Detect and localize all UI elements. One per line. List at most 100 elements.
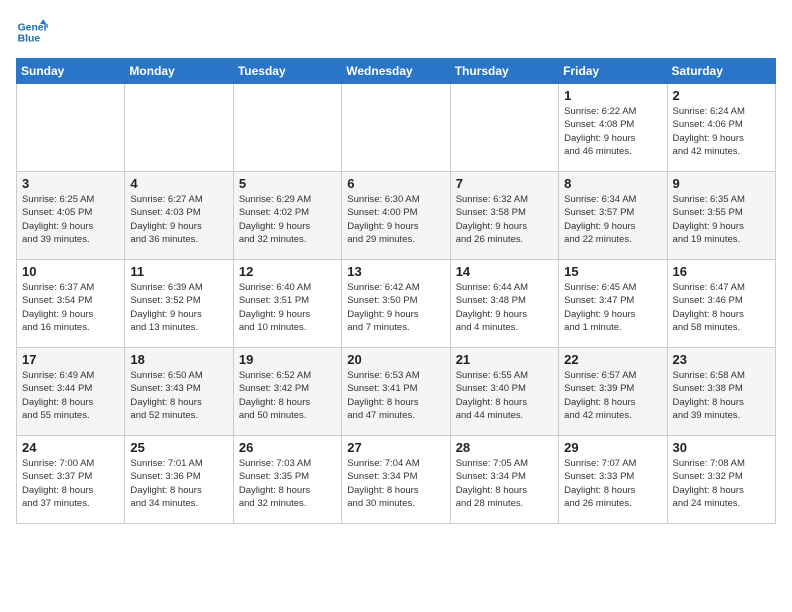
day-number: 17: [22, 352, 119, 367]
day-info: Sunrise: 6:52 AM Sunset: 3:42 PM Dayligh…: [239, 369, 336, 422]
day-info: Sunrise: 7:05 AM Sunset: 3:34 PM Dayligh…: [456, 457, 553, 510]
day-info: Sunrise: 6:45 AM Sunset: 3:47 PM Dayligh…: [564, 281, 661, 334]
weekday-header: Monday: [125, 59, 233, 84]
calendar-cell: 14 Sunrise: 6:44 AM Sunset: 3:48 PM Dayli…: [450, 260, 558, 348]
day-number: 19: [239, 352, 336, 367]
calendar-cell: 1 Sunrise: 6:22 AM Sunset: 4:08 PM Daylig…: [559, 84, 667, 172]
day-number: 10: [22, 264, 119, 279]
calendar-cell: [233, 84, 341, 172]
day-info: Sunrise: 6:35 AM Sunset: 3:55 PM Dayligh…: [673, 193, 770, 246]
day-number: 2: [673, 88, 770, 103]
day-number: 18: [130, 352, 227, 367]
day-number: 1: [564, 88, 661, 103]
calendar-cell: 8Sunrise: 6:34 AM Sunset: 3:57 PM Daylig…: [559, 172, 667, 260]
day-number: 11: [130, 264, 227, 279]
day-number: 15: [564, 264, 661, 279]
day-info: Sunrise: 7:01 AM Sunset: 3:36 PM Dayligh…: [130, 457, 227, 510]
day-number: 3: [22, 176, 119, 191]
day-number: 24: [22, 440, 119, 455]
calendar-cell: 4 Sunrise: 6:27 AM Sunset: 4:03 PM Daylig…: [125, 172, 233, 260]
calendar-cell: 22Sunrise: 6:57 AM Sunset: 3:39 PM Dayli…: [559, 348, 667, 436]
calendar-week-row: 1 Sunrise: 6:22 AM Sunset: 4:08 PM Daylig…: [17, 84, 776, 172]
calendar-cell: 9 Sunrise: 6:35 AM Sunset: 3:55 PM Daylig…: [667, 172, 775, 260]
svg-text:Blue: Blue: [18, 34, 41, 45]
day-number: 13: [347, 264, 444, 279]
calendar-cell: 6 Sunrise: 6:30 AM Sunset: 4:00 PM Daylig…: [342, 172, 450, 260]
calendar-cell: 10 Sunrise: 6:37 AM Sunset: 3:54 PM Dayli…: [17, 260, 125, 348]
day-info: Sunrise: 6:55 AM Sunset: 3:40 PM Dayligh…: [456, 369, 553, 422]
day-info: Sunrise: 7:08 AM Sunset: 3:32 PM Dayligh…: [673, 457, 770, 510]
weekday-header: Saturday: [667, 59, 775, 84]
calendar-cell: 25 Sunrise: 7:01 AM Sunset: 3:36 PM Dayli…: [125, 436, 233, 524]
weekday-header: Friday: [559, 59, 667, 84]
day-info: Sunrise: 7:07 AM Sunset: 3:33 PM Dayligh…: [564, 457, 661, 510]
weekday-header-row: SundayMondayTuesdayWednesdayThursdayFrid…: [17, 59, 776, 84]
day-number: 20: [347, 352, 444, 367]
day-info: Sunrise: 7:00 AM Sunset: 3:37 PM Dayligh…: [22, 457, 119, 510]
calendar-cell: 11 Sunrise: 6:39 AM Sunset: 3:52 PM Dayli…: [125, 260, 233, 348]
calendar-cell: 20 Sunrise: 6:53 AM Sunset: 3:41 PM Dayli…: [342, 348, 450, 436]
day-number: 26: [239, 440, 336, 455]
day-number: 28: [456, 440, 553, 455]
day-info: Sunrise: 6:42 AM Sunset: 3:50 PM Dayligh…: [347, 281, 444, 334]
calendar-cell: 21 Sunrise: 6:55 AM Sunset: 3:40 PM Dayli…: [450, 348, 558, 436]
calendar-cell: [125, 84, 233, 172]
calendar-cell: 7Sunrise: 6:32 AM Sunset: 3:58 PM Daylig…: [450, 172, 558, 260]
day-number: 16: [673, 264, 770, 279]
day-info: Sunrise: 6:25 AM Sunset: 4:05 PM Dayligh…: [22, 193, 119, 246]
calendar-cell: 16 Sunrise: 6:47 AM Sunset: 3:46 PM Dayli…: [667, 260, 775, 348]
day-number: 6: [347, 176, 444, 191]
calendar-cell: 24 Sunrise: 7:00 AM Sunset: 3:37 PM Dayli…: [17, 436, 125, 524]
day-number: 7: [456, 176, 553, 191]
calendar-cell: 2Sunrise: 6:24 AM Sunset: 4:06 PM Daylig…: [667, 84, 775, 172]
calendar-week-row: 10 Sunrise: 6:37 AM Sunset: 3:54 PM Dayli…: [17, 260, 776, 348]
day-number: 30: [673, 440, 770, 455]
day-number: 27: [347, 440, 444, 455]
day-info: Sunrise: 6:37 AM Sunset: 3:54 PM Dayligh…: [22, 281, 119, 334]
day-number: 14: [456, 264, 553, 279]
calendar-table: SundayMondayTuesdayWednesdayThursdayFrid…: [16, 58, 776, 524]
day-number: 25: [130, 440, 227, 455]
calendar-cell: 29Sunrise: 7:07 AM Sunset: 3:33 PM Dayli…: [559, 436, 667, 524]
calendar-week-row: 3 Sunrise: 6:25 AM Sunset: 4:05 PM Daylig…: [17, 172, 776, 260]
day-number: 12: [239, 264, 336, 279]
day-info: Sunrise: 6:22 AM Sunset: 4:08 PM Dayligh…: [564, 105, 661, 158]
day-info: Sunrise: 6:44 AM Sunset: 3:48 PM Dayligh…: [456, 281, 553, 334]
day-info: Sunrise: 6:30 AM Sunset: 4:00 PM Dayligh…: [347, 193, 444, 246]
weekday-header: Tuesday: [233, 59, 341, 84]
calendar-cell: 30 Sunrise: 7:08 AM Sunset: 3:32 PM Dayli…: [667, 436, 775, 524]
day-info: Sunrise: 6:47 AM Sunset: 3:46 PM Dayligh…: [673, 281, 770, 334]
calendar-cell: 13 Sunrise: 6:42 AM Sunset: 3:50 PM Dayli…: [342, 260, 450, 348]
weekday-header: Wednesday: [342, 59, 450, 84]
day-info: Sunrise: 6:39 AM Sunset: 3:52 PM Dayligh…: [130, 281, 227, 334]
day-info: Sunrise: 6:50 AM Sunset: 3:43 PM Dayligh…: [130, 369, 227, 422]
day-number: 9: [673, 176, 770, 191]
calendar-cell: 17 Sunrise: 6:49 AM Sunset: 3:44 PM Dayli…: [17, 348, 125, 436]
day-info: Sunrise: 6:49 AM Sunset: 3:44 PM Dayligh…: [22, 369, 119, 422]
day-number: 4: [130, 176, 227, 191]
calendar-cell: 26 Sunrise: 7:03 AM Sunset: 3:35 PM Dayli…: [233, 436, 341, 524]
calendar-week-row: 24 Sunrise: 7:00 AM Sunset: 3:37 PM Dayli…: [17, 436, 776, 524]
calendar-cell: [342, 84, 450, 172]
weekday-header: Sunday: [17, 59, 125, 84]
day-info: Sunrise: 6:58 AM Sunset: 3:38 PM Dayligh…: [673, 369, 770, 422]
calendar-cell: 23Sunrise: 6:58 AM Sunset: 3:38 PM Dayli…: [667, 348, 775, 436]
day-number: 5: [239, 176, 336, 191]
day-info: Sunrise: 6:29 AM Sunset: 4:02 PM Dayligh…: [239, 193, 336, 246]
calendar-cell: 19 Sunrise: 6:52 AM Sunset: 3:42 PM Dayli…: [233, 348, 341, 436]
calendar-week-row: 17 Sunrise: 6:49 AM Sunset: 3:44 PM Dayli…: [17, 348, 776, 436]
calendar-cell: [17, 84, 125, 172]
calendar-cell: [450, 84, 558, 172]
logo-icon: General Blue: [16, 16, 48, 48]
day-info: Sunrise: 6:53 AM Sunset: 3:41 PM Dayligh…: [347, 369, 444, 422]
calendar-cell: 28 Sunrise: 7:05 AM Sunset: 3:34 PM Dayli…: [450, 436, 558, 524]
day-info: Sunrise: 6:27 AM Sunset: 4:03 PM Dayligh…: [130, 193, 227, 246]
day-number: 21: [456, 352, 553, 367]
page-header: General Blue: [16, 16, 776, 48]
day-info: Sunrise: 6:40 AM Sunset: 3:51 PM Dayligh…: [239, 281, 336, 334]
calendar-cell: 18 Sunrise: 6:50 AM Sunset: 3:43 PM Dayli…: [125, 348, 233, 436]
day-info: Sunrise: 7:04 AM Sunset: 3:34 PM Dayligh…: [347, 457, 444, 510]
day-info: Sunrise: 7:03 AM Sunset: 3:35 PM Dayligh…: [239, 457, 336, 510]
day-number: 8: [564, 176, 661, 191]
calendar-cell: 15 Sunrise: 6:45 AM Sunset: 3:47 PM Dayli…: [559, 260, 667, 348]
